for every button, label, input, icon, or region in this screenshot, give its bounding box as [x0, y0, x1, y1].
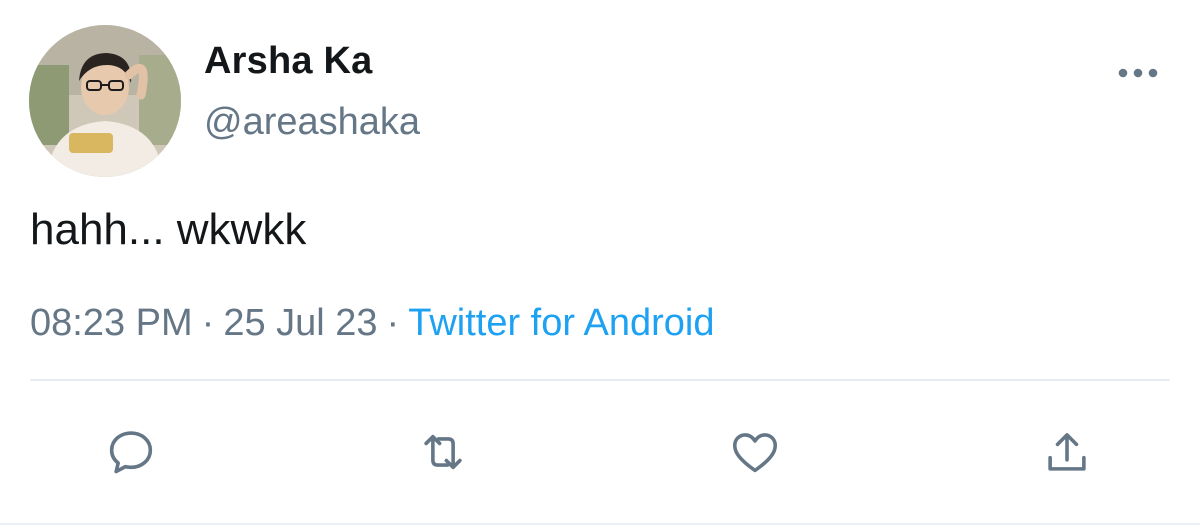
reply-icon: [109, 431, 153, 474]
retweet-icon: [424, 434, 462, 470]
avatar[interactable]: [29, 25, 181, 177]
avatar-photo: [29, 25, 181, 177]
user-handle[interactable]: @areashaka: [204, 101, 420, 144]
share-icon: [1048, 433, 1086, 471]
display-name[interactable]: Arsha Ka: [204, 40, 372, 83]
retweet-button[interactable]: [411, 420, 475, 484]
meta-separator: ·: [201, 302, 215, 344]
tweet-time: 08:23 PM: [30, 302, 193, 344]
tweet-source-link[interactable]: Twitter for Android: [408, 302, 714, 344]
heart-icon: [732, 433, 778, 473]
tweet-card: Arsha Ka @areashaka hahh... wkwkk 08:23 …: [0, 0, 1200, 525]
share-button[interactable]: [1035, 420, 1099, 484]
meta-separator: ·: [386, 302, 400, 344]
more-horizontal-icon: [1118, 68, 1158, 78]
tweet-meta: 08:23 PM · 25 Jul 23 · Twitter for Android: [30, 302, 714, 345]
tweet-date: 25 Jul 23: [223, 302, 378, 344]
like-button[interactable]: [723, 420, 787, 484]
divider: [30, 379, 1170, 381]
more-options-button[interactable]: [1110, 55, 1166, 91]
reply-button[interactable]: [99, 420, 163, 484]
tweet-text: hahh... wkwkk: [30, 205, 307, 254]
